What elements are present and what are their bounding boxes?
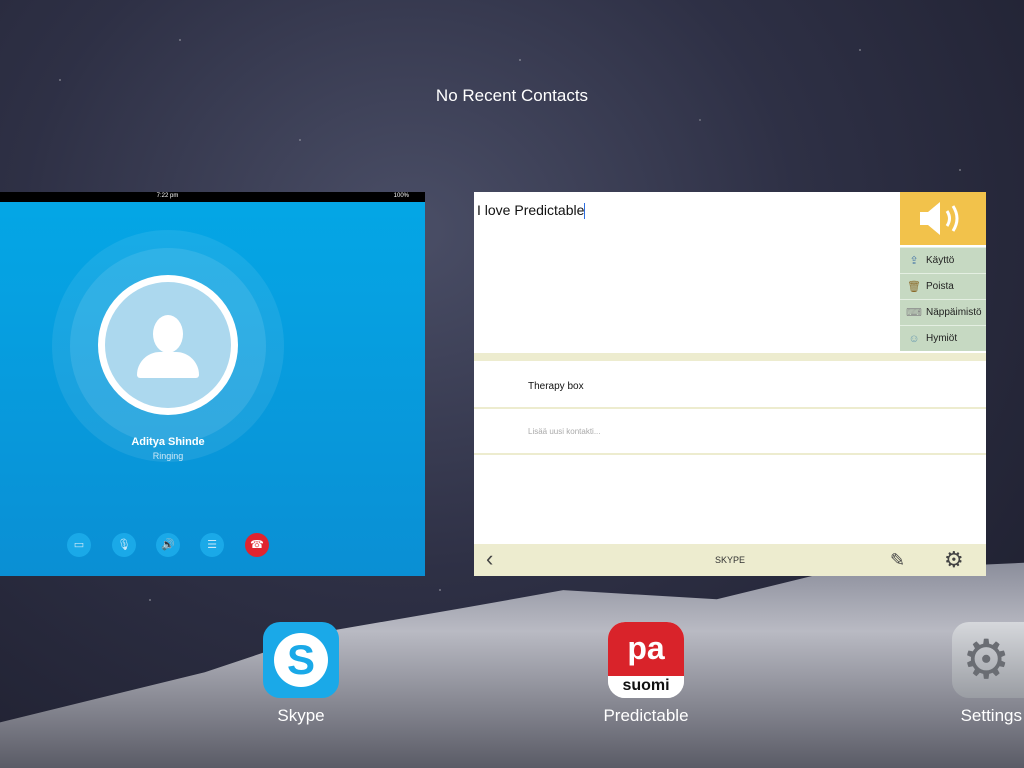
message-text: I love Predictable <box>477 202 585 218</box>
predictable-logo-subtitle: suomi <box>608 676 684 698</box>
skype-app-label[interactable]: Skype <box>231 706 371 726</box>
gear-icon[interactable]: ⚙ <box>944 547 964 573</box>
skype-app-icon[interactable]: S <box>263 622 339 698</box>
add-contact-placeholder: Lisää uusi kontakti... <box>528 427 601 436</box>
menu-button[interactable]: ☰ <box>200 533 224 557</box>
speaker-icon <box>920 202 959 235</box>
trash-icon: 🗑 <box>907 281 921 293</box>
predictable-app-card[interactable]: I love Predictable ⇪ Käyttö 🗑 Poista ⌨ N… <box>474 192 986 576</box>
menu-item-label: Käyttö <box>926 255 955 266</box>
keyboard-icon: ⌨ <box>906 307 922 319</box>
settings-app-label[interactable]: Settings <box>884 706 1024 726</box>
smiley-icon: ☺ <box>908 332 920 345</box>
predictable-app-label[interactable]: Predictable <box>576 706 716 726</box>
contact-name: Therapy box <box>528 381 584 392</box>
speak-button[interactable] <box>900 192 986 245</box>
avatar-body-icon <box>137 352 199 378</box>
skype-app-card[interactable]: 7:22 pm 100% Aditya Shinde Ringing ▭ 🎙 🔊… <box>0 192 425 576</box>
menu-item-hymiot[interactable]: ☺ Hymiöt <box>900 325 986 351</box>
speaker-button[interactable]: 🔊 <box>156 533 180 557</box>
compose-icon[interactable]: ✎ <box>890 550 905 571</box>
predictable-logo-icon: pa <box>608 622 684 676</box>
status-bar: 7:22 pm 100% <box>0 192 425 202</box>
recent-contacts-label: No Recent Contacts <box>435 86 589 105</box>
skype-logo-icon: S <box>274 633 328 687</box>
section-divider <box>474 353 986 361</box>
menu-item-poista[interactable]: 🗑 Poista <box>900 273 986 299</box>
microphone-icon: 🎙 <box>117 539 131 551</box>
end-call-button[interactable]: ☎ <box>245 533 269 557</box>
share-icon: ⇪ <box>909 255 919 267</box>
menu-item-label: Hymiöt <box>926 333 958 344</box>
bottom-toolbar: ‹ SKYPE ✎ ⚙ <box>474 544 986 576</box>
contact-row[interactable]: Therapy box <box>474 363 986 409</box>
caller-name: Aditya Shinde <box>131 436 205 448</box>
menu-item-label: Poista <box>926 281 954 292</box>
video-off-icon: ▭ <box>73 539 85 551</box>
avatar-head-icon <box>153 315 183 353</box>
status-time: 7:22 pm <box>156 193 179 199</box>
menu-item-label: Näppäimistö <box>926 307 982 318</box>
settings-app-icon[interactable]: ⚙ <box>952 622 1024 698</box>
toolbar-title: SKYPE <box>714 555 745 565</box>
speaker-icon: 🔊 <box>161 539 175 551</box>
video-off-button[interactable]: ▭ <box>67 533 91 557</box>
menu-icon: ☰ <box>207 539 217 551</box>
text-caret <box>584 203 586 220</box>
hangup-icon: ☎ <box>250 539 264 551</box>
message-input[interactable]: I love Predictable <box>477 202 586 220</box>
add-contact-row[interactable]: Lisää uusi kontakti... <box>474 409 986 455</box>
status-battery: 100% <box>393 193 409 199</box>
mute-button[interactable]: 🎙 <box>112 533 136 557</box>
gear-icon: ⚙ <box>962 630 1011 690</box>
menu-item-nappaimisto[interactable]: ⌨ Näppäimistö <box>900 299 986 325</box>
predictable-app-icon[interactable]: pa suomi <box>608 622 684 698</box>
menu-item-kaytto[interactable]: ⇪ Käyttö <box>900 247 986 273</box>
call-status: Ringing <box>152 451 184 461</box>
